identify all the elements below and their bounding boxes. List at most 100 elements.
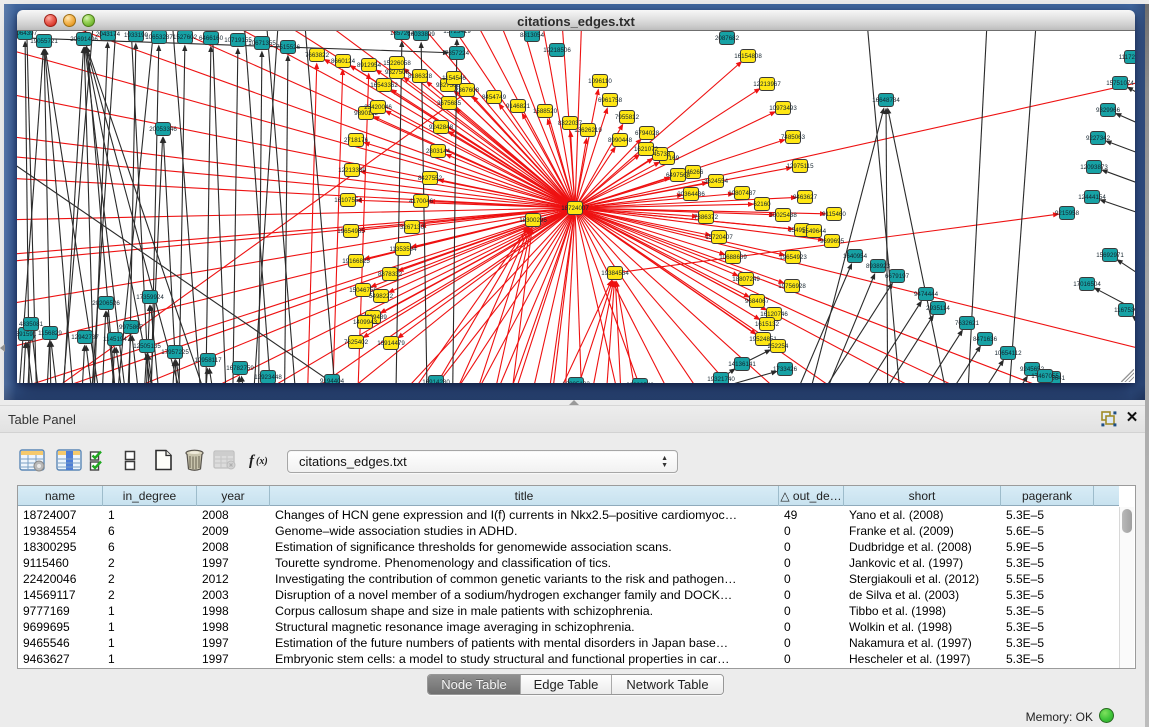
table-cell[interactable]: 0: [779, 635, 844, 651]
teal-node[interactable]: 9474444: [914, 288, 939, 301]
teal-node[interactable]: 9215958: [1055, 207, 1080, 220]
black-edge[interactable]: [300, 31, 340, 383]
teal-node[interactable]: 16648784: [872, 94, 900, 107]
table-cell[interactable]: Stergiakouli et al. (2012): [844, 571, 1001, 587]
teal-node[interactable]: 2043174: [96, 31, 121, 41]
black-edge[interactable]: [33, 338, 45, 383]
yellow-node[interactable]: 19166825: [342, 255, 370, 268]
table-cell[interactable]: 1997: [197, 635, 270, 651]
yellow-node[interactable]: 8186328: [408, 70, 433, 83]
node-table[interactable]: namein_degreeyeartitle△ out_de…shortpage…: [17, 485, 1136, 669]
teal-node[interactable]: 10653287: [145, 31, 173, 44]
yellow-node[interactable]: 19654923: [779, 251, 807, 264]
black-edge[interactable]: [917, 381, 1024, 383]
table-row[interactable]: 969969511998Structural magnetic resonanc…: [18, 619, 1119, 635]
table-cell[interactable]: Genome–wide association studies in ADHD.: [270, 523, 779, 539]
red-edge[interactable]: [530, 286, 609, 383]
table-cell[interactable]: Estimation of the future numbers of pati…: [270, 635, 779, 651]
yellow-node[interactable]: 10807487: [728, 187, 756, 200]
red-edge[interactable]: [306, 69, 317, 383]
table-cell[interactable]: Yano et al. (2008): [844, 507, 1001, 523]
table-cell[interactable]: 1998: [197, 603, 270, 619]
delete-columns-button[interactable]: [179, 445, 209, 475]
teal-node[interactable]: 16033809: [407, 31, 435, 41]
column-header-in_degree[interactable]: in_degree: [103, 486, 197, 506]
teal-node[interactable]: 2087682: [715, 32, 740, 45]
table-row[interactable]: 946362711997Embryonic stem cells: a mode…: [18, 651, 1119, 667]
table-cell[interactable]: Changes of HCN gene expression and I(f) …: [270, 507, 779, 523]
black-edge[interactable]: [1121, 116, 1135, 135]
black-edge[interactable]: [44, 347, 49, 383]
table-cell[interactable]: 18724007: [18, 507, 103, 523]
table-cell[interactable]: Corpus callosum shape and size in male p…: [270, 603, 779, 619]
red-edge[interactable]: [575, 208, 1113, 383]
table-cell[interactable]: 1: [103, 603, 197, 619]
table-cell[interactable]: 1997: [197, 651, 270, 667]
red-edge[interactable]: [17, 105, 575, 208]
table-cell[interactable]: 2012: [197, 571, 270, 587]
float-window-icon[interactable]: [1101, 411, 1117, 427]
table-cell[interactable]: 0: [779, 619, 844, 635]
yellow-node[interactable]: 12213967: [753, 78, 781, 91]
table-cell[interactable]: Dudbridge et al. (2008): [844, 539, 1001, 555]
table-cell[interactable]: 5.3E–5: [1001, 603, 1094, 619]
teal-node[interactable]: 1527602: [173, 31, 198, 44]
table-row[interactable]: 1830029562008Estimation of significance …: [18, 539, 1119, 555]
black-edge[interactable]: [893, 365, 1000, 383]
teal-node[interactable]: 7632621: [955, 317, 980, 330]
column-header-year[interactable]: year: [197, 486, 270, 506]
yellow-node[interactable]: 62160: [753, 198, 771, 211]
black-edge[interactable]: [1111, 143, 1135, 163]
yellow-node[interactable]: 8912954: [357, 59, 382, 72]
table-cell[interactable]: Structural magnetic resonance image aver…: [270, 619, 779, 635]
tab-edge-table[interactable]: Edge Table: [521, 675, 612, 694]
teal-node[interactable]: 9227342: [1086, 132, 1111, 145]
table-cell[interactable]: 1997: [197, 555, 270, 571]
teal-node[interactable]: 20206526: [92, 297, 120, 310]
table-cell[interactable]: 5.3E–5: [1001, 587, 1094, 603]
table-cell[interactable]: 5.9E–5: [1001, 539, 1094, 555]
function-builder-button[interactable]: f (x): [246, 445, 276, 475]
scrollbar-thumb[interactable]: [1122, 509, 1132, 533]
yellow-node[interactable]: 9463627: [793, 191, 818, 204]
column-header-title[interactable]: title: [270, 486, 779, 506]
memory-ok-icon[interactable]: [1099, 708, 1114, 723]
black-edge[interactable]: [1105, 202, 1135, 222]
table-cell[interactable]: 1998: [197, 619, 270, 635]
table-row[interactable]: 911546021997Tourette syndrome. Phenomeno…: [18, 555, 1119, 571]
change-table-mode-button[interactable]: [17, 445, 47, 475]
table-cell[interactable]: Hescheler et al. (1997): [844, 651, 1001, 667]
yellow-node[interactable]: 4170046: [409, 195, 434, 208]
table-cell[interactable]: 2008: [197, 507, 270, 523]
table-cell[interactable]: 9777169: [18, 603, 103, 619]
teal-node[interactable]: 15723419: [443, 31, 471, 38]
table-selector-dropdown[interactable]: citations_edges.txt ▲▼: [287, 450, 678, 473]
yellow-node[interactable]: 16154808: [734, 50, 762, 63]
column-header-out_de[interactable]: △ out_de…: [779, 486, 844, 506]
teal-node[interactable]: 7515526: [276, 41, 301, 54]
network-canvas[interactable]: 2064397190557212069140620431741933190106…: [17, 31, 1135, 383]
table-cell[interactable]: 5.3E–5: [1001, 651, 1094, 667]
table-cell[interactable]: 6: [103, 523, 197, 539]
table-cell[interactable]: Estimation of significance thresholds fo…: [270, 539, 779, 555]
table-cell[interactable]: 0: [779, 651, 844, 667]
table-cell[interactable]: Nakamura et al. (1997): [844, 635, 1001, 651]
yellow-node[interactable]: 6961758: [598, 94, 623, 107]
table-cell[interactable]: 9463627: [18, 651, 103, 667]
table-cell[interactable]: 2: [103, 587, 197, 603]
table-cell[interactable]: 9465546: [18, 635, 103, 651]
table-cell[interactable]: 2: [103, 571, 197, 587]
black-edge[interactable]: [1122, 263, 1135, 288]
show-columns-button[interactable]: [54, 445, 84, 475]
teal-node[interactable]: 20299548: [626, 379, 654, 384]
black-edge[interactable]: [889, 114, 958, 383]
yellow-node[interactable]: 12975115: [786, 160, 814, 173]
table-cell[interactable]: Investigating the contribution of common…: [270, 571, 779, 587]
table-row[interactable]: 946554611997Estimation of the future num…: [18, 635, 1119, 651]
teal-node[interactable]: 10671355: [248, 37, 276, 50]
teal-node[interactable]: 15692971: [1096, 249, 1124, 262]
teal-node[interactable]: 1733426: [773, 363, 798, 376]
yellow-node[interactable]: 19654985: [337, 225, 365, 238]
black-edge[interactable]: [1107, 172, 1135, 193]
teal-node[interactable]: 19321740: [707, 373, 735, 384]
